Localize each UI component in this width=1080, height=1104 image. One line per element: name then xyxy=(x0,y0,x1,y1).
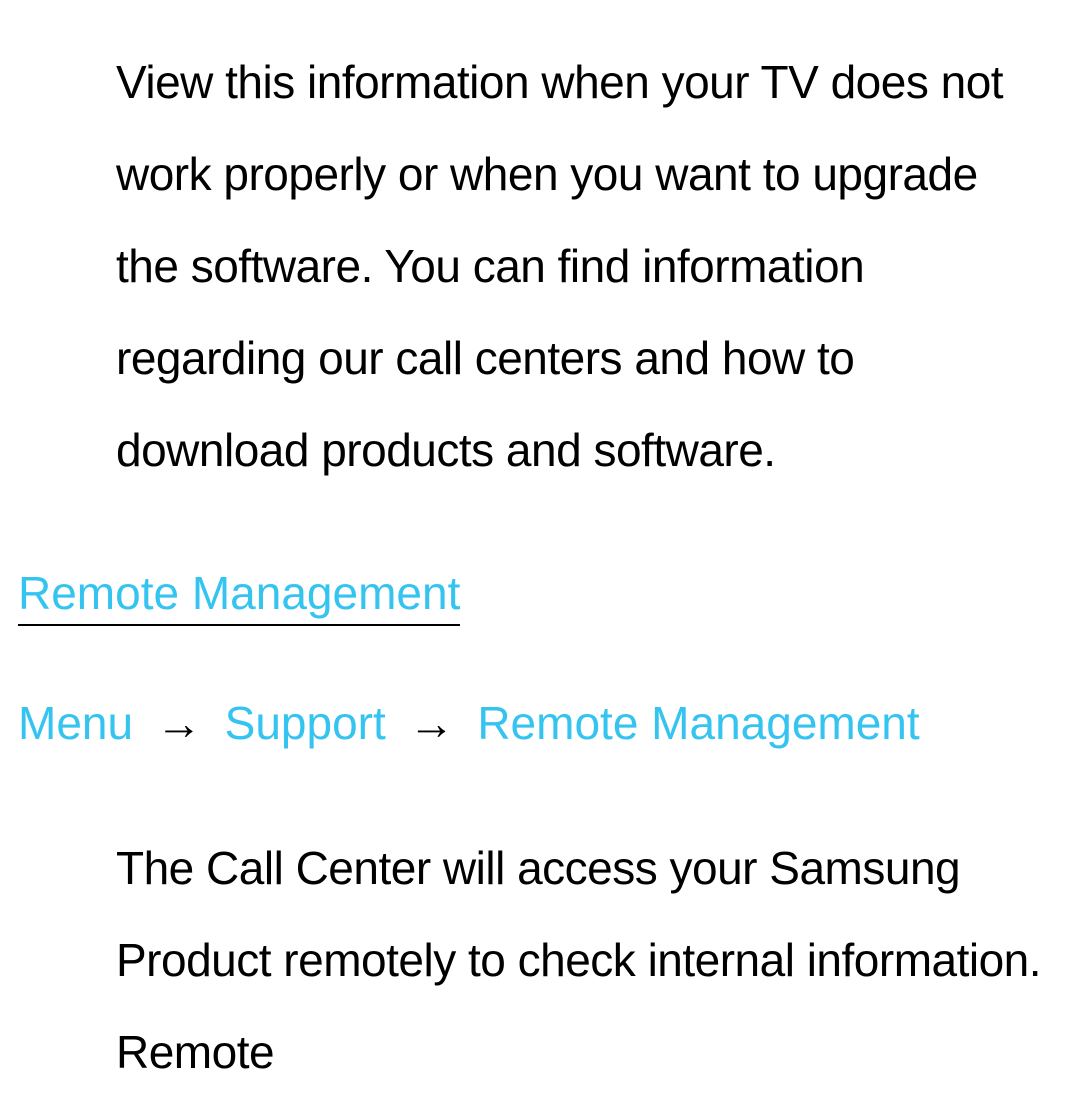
arrow-right-icon: → xyxy=(409,697,455,749)
section-body-paragraph: The Call Center will access your Samsung… xyxy=(0,750,1080,1098)
breadcrumb-remote-management: Remote Management xyxy=(477,697,919,749)
breadcrumb-support: Support xyxy=(225,697,386,749)
arrow-right-icon: → xyxy=(156,697,202,749)
intro-paragraph: View this information when your TV does … xyxy=(0,0,1080,496)
breadcrumb-menu: Menu xyxy=(18,697,133,749)
breadcrumb: Menu → Support → Remote Management xyxy=(18,696,1080,750)
section-heading-remote-management: Remote Management xyxy=(18,566,460,626)
